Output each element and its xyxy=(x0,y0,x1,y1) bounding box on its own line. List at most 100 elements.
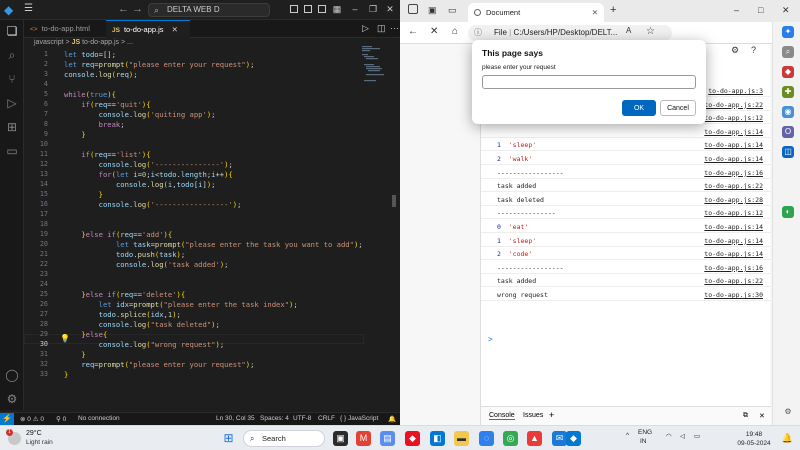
tools-icon[interactable]: ✚ xyxy=(782,86,794,98)
console-source-link[interactable]: to-do-app.js:30 xyxy=(704,291,763,299)
run-file-icon[interactable]: ▷ xyxy=(362,23,369,34)
code-line[interactable]: let idx=prompt("please enter the task in… xyxy=(64,300,298,309)
store-icon[interactable]: ◧ xyxy=(430,431,445,446)
cancel-button[interactable]: Cancel xyxy=(660,100,696,116)
console-source-link[interactable]: to-do-app.js:14 xyxy=(704,223,763,231)
maximize-icon[interactable]: ❐ xyxy=(368,4,378,14)
workspaces-icon[interactable]: ▣ xyxy=(428,5,437,16)
code-line[interactable]: } xyxy=(64,350,85,359)
shopping-icon[interactable]: ◆ xyxy=(782,66,794,78)
encoding-status[interactable]: UTF-8 xyxy=(293,415,311,422)
notifications-bell-icon[interactable]: 🔔 xyxy=(388,415,396,423)
maximize-icon[interactable]: □ xyxy=(758,5,763,15)
read-aloud-icon[interactable]: A xyxy=(626,26,631,35)
console-source-link[interactable]: to-do-app.js:22 xyxy=(704,277,763,285)
outlook-icon[interactable]: ◫ xyxy=(782,146,794,158)
tab-to-do-app-js[interactable]: JS to-do-app.js ✕ xyxy=(106,20,190,38)
code-line[interactable]: console.log('quiting app'); xyxy=(64,110,216,119)
code-line[interactable]: for(let i=0;i<todo.length;i++){ xyxy=(64,170,233,179)
search-icon[interactable]: ⌕ xyxy=(5,48,19,62)
extensions-icon[interactable]: ⊞ xyxy=(5,120,19,134)
drawer-tab-issues[interactable]: Issues xyxy=(523,412,543,419)
drawer-tab-console[interactable]: Console xyxy=(489,412,515,420)
favorite-star-icon[interactable]: ☆ xyxy=(646,26,655,37)
mail-icon[interactable]: ✉ xyxy=(552,431,567,446)
run-debug-icon[interactable]: ▷ xyxy=(5,96,19,110)
close-tab-icon[interactable]: ✕ xyxy=(172,25,178,34)
lang-top[interactable]: ENG xyxy=(638,429,652,436)
new-tab-button[interactable]: + xyxy=(610,4,616,16)
console-source-link[interactable]: to-do-app.js:16 xyxy=(704,264,763,272)
menu-icon[interactable]: ☰ xyxy=(24,3,33,14)
back-arrow-icon[interactable]: ← xyxy=(118,3,129,15)
add-tab-icon[interactable]: + xyxy=(549,410,554,420)
app-icon[interactable]: ▤ xyxy=(380,431,395,446)
settings-icon[interactable]: ⚙ xyxy=(731,45,739,56)
browser-tab-document[interactable]: Document ✕ xyxy=(468,3,604,22)
console-prompt-caret[interactable]: > xyxy=(488,335,493,344)
code-line[interactable]: req=prompt("please enter your request"); xyxy=(64,360,254,369)
settings-gear-icon[interactable]: ⚙ xyxy=(5,392,19,406)
code-line[interactable]: } xyxy=(64,190,103,199)
battery-icon[interactable]: ▭ xyxy=(694,432,700,440)
vscode-taskbar-icon[interactable]: ◆ xyxy=(566,431,581,446)
profile-icon[interactable] xyxy=(408,4,418,14)
lang-bottom[interactable]: IN xyxy=(640,438,647,445)
close-icon[interactable]: ✕ xyxy=(385,4,395,14)
lightbulb-icon[interactable]: 💡 xyxy=(60,334,70,343)
code-line[interactable]: while(true){ xyxy=(64,90,116,99)
code-line[interactable]: let task=prompt("please enter the task y… xyxy=(64,240,363,249)
toggle-secondary-sidebar-icon[interactable] xyxy=(318,5,326,13)
indentation-status[interactable]: Spaces: 4 xyxy=(260,415,289,422)
code-line[interactable]: if(req=='quit'){ xyxy=(64,100,150,109)
code-line[interactable]: console.log(i,todo[i]); xyxy=(64,180,216,189)
close-tab-icon[interactable]: ✕ xyxy=(592,3,598,22)
ok-button[interactable]: OK xyxy=(622,100,656,116)
dialog-input[interactable] xyxy=(482,75,696,89)
breadcrumb-tail[interactable]: > ... xyxy=(121,39,133,46)
edge-icon[interactable]: ◌ xyxy=(479,431,494,446)
chrome-icon[interactable]: ◎ xyxy=(503,431,518,446)
eol-status[interactable]: CRLF xyxy=(318,415,335,422)
drop-icon[interactable]: ◐ xyxy=(782,206,794,218)
console-source-link[interactable]: to-do-app.js:14 xyxy=(704,155,763,163)
source-control-icon[interactable]: ⑂ xyxy=(5,72,19,86)
back-icon[interactable]: ← xyxy=(408,26,418,37)
task-view-icon[interactable]: ▣ xyxy=(333,431,348,446)
console-source-link[interactable]: to-do-app.js:14 xyxy=(704,128,763,136)
code-line[interactable]: console.log("task deleted"); xyxy=(64,320,220,329)
sidebar-settings-icon[interactable]: ⚙ xyxy=(782,406,794,418)
code-line[interactable]: }else if(req=='add'){ xyxy=(64,230,172,239)
breadcrumb[interactable]: javascript > JS to-do-app.js > ... xyxy=(34,39,133,46)
code-line[interactable]: }else{ xyxy=(64,330,107,339)
console-source-link[interactable]: to-do-app.js:22 xyxy=(704,101,763,109)
ports-indicator[interactable]: ⚲ 0 xyxy=(56,415,66,423)
console-source-link[interactable]: to-do-app.js:14 xyxy=(704,250,763,258)
address-bar[interactable]: ⓘ File | C:/Users/HP/Desktop/DELT... xyxy=(468,25,672,41)
cursor-position[interactable]: Ln 30, Col 35 xyxy=(216,415,255,422)
weather-widget[interactable]: 1 29°C Light rain xyxy=(6,429,76,449)
explorer-icon[interactable]: ❏ xyxy=(5,24,19,38)
command-center-search[interactable]: ⌕ DELTA WEB D xyxy=(148,3,270,17)
connection-status[interactable]: No connection xyxy=(78,415,120,422)
code-line[interactable]: console.log(req); xyxy=(64,70,138,79)
pdf-icon[interactable]: ▲ xyxy=(527,431,542,446)
games-icon[interactable]: ◉ xyxy=(782,106,794,118)
editor-scrollbar[interactable] xyxy=(392,195,396,207)
toggle-panel-icon[interactable] xyxy=(304,5,312,13)
console-source-link[interactable]: to-do-app.js:12 xyxy=(704,209,763,217)
code-line[interactable]: if(req=='list'){ xyxy=(64,150,150,159)
volume-icon[interactable]: ◁ xyxy=(680,432,685,440)
split-editor-icon[interactable]: ◫ xyxy=(377,23,386,34)
layout-icon[interactable]: ▦ xyxy=(332,4,342,14)
office-app-icon[interactable]: ◆ xyxy=(405,431,420,446)
more-actions-icon[interactable]: ··· xyxy=(390,23,399,33)
code-line[interactable]: console.log('---------------'); xyxy=(64,160,233,169)
mcafee-icon[interactable]: M xyxy=(356,431,371,446)
tab-to-do-app-html[interactable]: <> to-do-app.html xyxy=(24,20,106,38)
tab-actions-icon[interactable]: ▭ xyxy=(448,5,457,16)
code-line[interactable]: let todo=[]; xyxy=(64,50,116,59)
minimap[interactable] xyxy=(362,46,388,86)
system-clock[interactable]: 19:48 09-05-2024 xyxy=(732,430,776,448)
stop-loading-icon[interactable]: ✕ xyxy=(430,26,438,37)
